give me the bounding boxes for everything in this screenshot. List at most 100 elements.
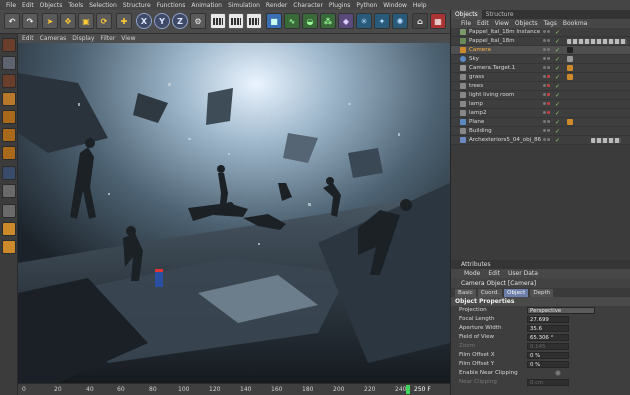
enabled-check-icon[interactable]: ✓ xyxy=(555,65,560,72)
object-row[interactable]: Pappel_Ital_18m ✓ xyxy=(451,37,630,46)
viewport-menu-view[interactable]: View xyxy=(121,35,135,42)
coordinate-system-icon[interactable]: ⚙ xyxy=(190,13,206,29)
make-editable-icon[interactable] xyxy=(2,38,16,52)
om-menu-edit[interactable]: Edit xyxy=(475,19,491,28)
object-row[interactable]: Sky ✓ xyxy=(451,55,630,64)
enabled-check-icon[interactable]: ✓ xyxy=(555,119,560,126)
nurbs-icon[interactable]: ◒ xyxy=(302,13,318,29)
enabled-check-icon[interactable]: ✓ xyxy=(555,92,560,99)
field-of-view-field[interactable]: 65.306 ° xyxy=(527,334,569,341)
redo-icon[interactable]: ↷ xyxy=(22,13,38,29)
menu-help[interactable]: Help xyxy=(410,2,430,9)
visibility-dots[interactable] xyxy=(543,101,552,107)
film-offset-x-field[interactable]: 0 % xyxy=(527,352,569,359)
tab-objects[interactable]: Objects xyxy=(451,10,482,19)
array-icon[interactable]: ⁂ xyxy=(320,13,336,29)
attr-tab-depth[interactable]: Depth xyxy=(530,288,554,297)
visibility-dots[interactable] xyxy=(543,128,552,134)
tag-icon[interactable] xyxy=(567,119,573,125)
visibility-dots[interactable] xyxy=(543,47,552,53)
viewport-render[interactable] xyxy=(18,43,450,383)
material-tags[interactable] xyxy=(591,137,621,143)
menu-tools[interactable]: Tools xyxy=(65,2,86,9)
viewport-menu-edit[interactable]: Edit xyxy=(22,35,34,42)
rotate-tool-icon[interactable]: ⟳ xyxy=(96,13,112,29)
model-mode-icon[interactable] xyxy=(2,56,16,70)
object-row[interactable]: Building ✓ xyxy=(451,127,630,136)
visibility-dots[interactable] xyxy=(543,110,552,116)
attr-tab-coord[interactable]: Coord. xyxy=(477,288,503,297)
scale-tool-icon[interactable]: ▣ xyxy=(78,13,94,29)
menu-animation[interactable]: Animation xyxy=(188,2,225,9)
camera-icon[interactable]: ✦ xyxy=(374,13,390,29)
timeline[interactable]: 0 20 40 60 80 100 120 140 160 180 200 22… xyxy=(18,383,450,395)
menu-window[interactable]: Window xyxy=(380,2,410,9)
light-icon[interactable]: ✺ xyxy=(392,13,408,29)
attr-tab-object[interactable]: Object xyxy=(504,288,529,297)
om-menu-file[interactable]: File xyxy=(459,19,473,28)
visibility-dots[interactable] xyxy=(543,137,552,143)
menu-simulation[interactable]: Simulation xyxy=(225,2,263,9)
enabled-check-icon[interactable]: ✓ xyxy=(555,56,560,63)
enabled-check-icon[interactable]: ✓ xyxy=(555,38,560,45)
object-row[interactable]: lamp ✓ xyxy=(451,100,630,109)
viewport-menu-cameras[interactable]: Cameras xyxy=(40,35,67,42)
attr-menu-mode[interactable]: Mode xyxy=(461,269,483,278)
object-row[interactable]: Plane ✓ xyxy=(451,118,630,127)
menu-character[interactable]: Character xyxy=(290,2,326,9)
visibility-dots[interactable] xyxy=(543,74,552,80)
tag-icon[interactable] xyxy=(567,74,573,80)
workplane-icon[interactable] xyxy=(2,222,16,236)
tweak-mode-icon[interactable] xyxy=(2,184,16,198)
visibility-dots[interactable] xyxy=(543,92,552,98)
enabled-check-icon[interactable]: ✓ xyxy=(555,137,560,144)
enabled-check-icon[interactable]: ✓ xyxy=(555,110,560,117)
playhead-marker[interactable] xyxy=(406,385,410,394)
visibility-dots[interactable] xyxy=(543,119,552,125)
deformer-icon[interactable]: ◆ xyxy=(338,13,354,29)
visibility-dots[interactable] xyxy=(543,38,552,44)
axis-y-button[interactable]: Y xyxy=(154,13,170,29)
select-arrow-icon[interactable]: ➤ xyxy=(42,13,58,29)
enabled-check-icon[interactable]: ✓ xyxy=(555,83,560,90)
render-picture-viewer-icon[interactable] xyxy=(228,13,244,29)
undo-icon[interactable]: ↶ xyxy=(4,13,20,29)
extra-tool-icon[interactable]: ⌂ xyxy=(412,13,428,29)
menu-file[interactable]: File xyxy=(3,2,19,9)
object-row[interactable]: grass ✓ xyxy=(451,73,630,82)
cube-icon[interactable]: ■ xyxy=(266,13,282,29)
object-row[interactable]: Archexteriors5_04_obj_86 ✓ xyxy=(451,136,630,145)
menu-structure[interactable]: Structure xyxy=(120,2,154,9)
menu-plugins[interactable]: Plugins xyxy=(326,2,354,9)
aperture-width-field[interactable]: 35.6 xyxy=(527,325,569,332)
om-menu-objects[interactable]: Objects xyxy=(513,19,540,28)
recent-tool-icon[interactable]: ✚ xyxy=(116,13,132,29)
film-offset-y-field[interactable]: 0 % xyxy=(527,361,569,368)
polygon-mode-icon[interactable] xyxy=(2,146,16,160)
focal-length-field[interactable]: 27.699 xyxy=(527,316,569,323)
attr-tab-basic[interactable]: Basic xyxy=(455,288,476,297)
om-menu-view[interactable]: View xyxy=(493,19,511,28)
om-menu-bookmarks[interactable]: Bookma xyxy=(561,19,589,28)
menu-selection[interactable]: Selection xyxy=(86,2,120,9)
tab-structure[interactable]: Structure xyxy=(482,10,518,19)
attr-menu-user-data[interactable]: User Data xyxy=(505,269,541,278)
visibility-dots[interactable] xyxy=(543,65,552,71)
object-row[interactable]: trees ✓ xyxy=(451,82,630,91)
near-clipping-checkbox[interactable] xyxy=(555,370,561,376)
locked-workplane-icon[interactable] xyxy=(2,240,16,254)
attr-menu-edit[interactable]: Edit xyxy=(485,269,503,278)
tag-icon[interactable] xyxy=(567,65,573,71)
axis-x-button[interactable]: X xyxy=(136,13,152,29)
enabled-check-icon[interactable]: ✓ xyxy=(555,74,560,81)
point-mode-icon[interactable] xyxy=(2,110,16,124)
object-mode-icon[interactable] xyxy=(2,74,16,88)
enabled-check-icon[interactable]: ✓ xyxy=(555,47,560,54)
layout-icon[interactable]: ▦ xyxy=(430,13,446,29)
scene-icon[interactable]: ✳ xyxy=(356,13,372,29)
visibility-dots[interactable] xyxy=(543,56,552,62)
menu-render[interactable]: Render xyxy=(263,2,290,9)
axis-z-button[interactable]: Z xyxy=(172,13,188,29)
tag-icon[interactable] xyxy=(567,56,573,62)
material-tags[interactable] xyxy=(567,38,627,44)
